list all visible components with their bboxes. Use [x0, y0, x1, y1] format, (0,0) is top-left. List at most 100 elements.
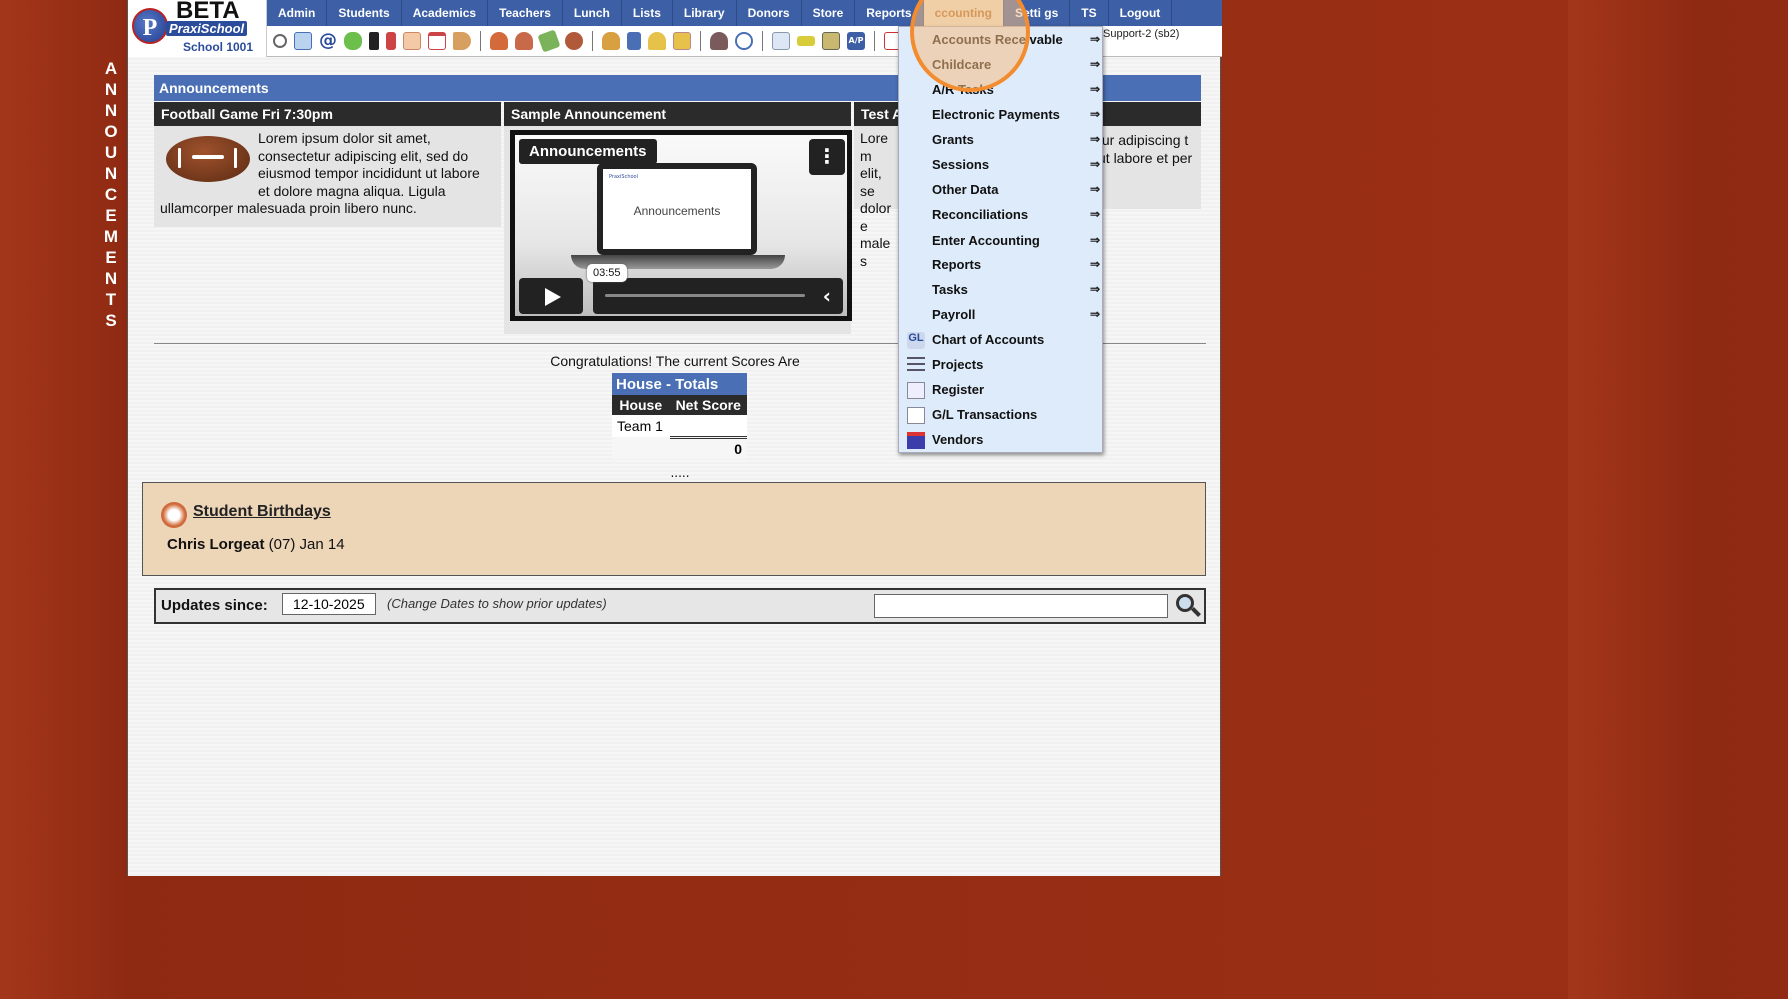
- updates-label: Updates since:: [161, 597, 268, 614]
- updates-date-input[interactable]: 12-10-2025: [282, 593, 376, 615]
- menu-donors[interactable]: Donors: [737, 0, 802, 26]
- menu-teachers[interactable]: Teachers: [488, 0, 563, 26]
- register-icon: [907, 382, 925, 399]
- birthdays-title[interactable]: Student Birthdays: [193, 503, 331, 521]
- side-letter: T: [105, 290, 117, 309]
- printer-icon[interactable]: [822, 32, 840, 50]
- menu-item-chart-of-accounts[interactable]: GL Chart of Accounts: [899, 328, 1104, 353]
- phone-icon[interactable]: [369, 32, 379, 50]
- chevron-left-icon[interactable]: ‹: [823, 284, 831, 308]
- video-player[interactable]: PraxiSchool Announcements Announcements …: [510, 130, 852, 321]
- submenu-arrow-icon: ⇒: [1089, 307, 1100, 321]
- menu-admin[interactable]: Admin: [267, 0, 328, 26]
- teacher-icon[interactable]: [515, 32, 533, 50]
- email-at-icon[interactable]: @: [319, 32, 337, 50]
- ap-icon[interactable]: A/P: [847, 32, 865, 50]
- birthday-entry: Chris Lorgeat (07) Jan 14: [167, 536, 345, 553]
- menu-settings[interactable]: Setti gs: [1004, 0, 1071, 26]
- menu-item-reconciliations[interactable]: Reconciliations ⇒: [899, 203, 1104, 228]
- search-icon[interactable]: [1174, 593, 1202, 621]
- menu-item-sessions[interactable]: Sessions ⇒: [899, 153, 1104, 178]
- total-value: 0: [669, 435, 747, 459]
- spreadsheet-icon[interactable]: [772, 32, 790, 50]
- staff-icon[interactable]: [710, 32, 728, 50]
- menu-item-vendors[interactable]: Vendors: [899, 428, 1104, 453]
- menu-item-electronic-payments[interactable]: Electronic Payments ⇒: [899, 103, 1104, 128]
- store-icon: [907, 432, 925, 449]
- menu-item-accounts-receivable[interactable]: Accounts Rece vable ⇒: [899, 28, 1104, 53]
- menu-students[interactable]: Students: [327, 0, 402, 26]
- user-tag[interactable]: Support-2 (sb2): [1103, 28, 1179, 40]
- calendar-grid-icon[interactable]: [294, 32, 312, 50]
- toolbar-separator: [700, 31, 701, 51]
- menu-library[interactable]: Library: [673, 0, 737, 26]
- menu-item-register[interactable]: Register: [899, 378, 1104, 403]
- menu-ts[interactable]: TS: [1070, 0, 1109, 26]
- search-input[interactable]: [874, 594, 1168, 618]
- side-letter: M: [103, 227, 119, 246]
- toolbar-separator: [480, 31, 481, 51]
- menu-item-grants[interactable]: Grants ⇒: [899, 128, 1104, 153]
- praxischool-logo[interactable]: P BETA PraxiSchool School 1001: [128, 0, 267, 57]
- calendar-icon[interactable]: [428, 32, 446, 50]
- table-row: Team 1: [612, 415, 747, 437]
- menu-item-tasks[interactable]: Tasks ⇒: [899, 278, 1104, 303]
- toolbar-separator: [762, 31, 763, 51]
- announcement-body: Lorem elit, se dolore males: [860, 130, 892, 269]
- brand-name: PraxiSchool: [166, 21, 248, 36]
- side-letter: A: [104, 59, 118, 78]
- bookmark-icon[interactable]: [386, 32, 396, 50]
- menu-reports[interactable]: Reports: [855, 0, 924, 26]
- seek-track[interactable]: [605, 294, 805, 297]
- chat-icon[interactable]: [344, 32, 362, 50]
- clock-icon[interactable]: [735, 32, 753, 50]
- menu-academics[interactable]: Academics: [402, 0, 489, 26]
- column-header-house: House: [612, 395, 670, 415]
- menu-logout[interactable]: Logout: [1109, 0, 1173, 26]
- menu-item-childcare[interactable]: Childcare ⇒: [899, 53, 1104, 78]
- cake-icon: [161, 502, 187, 528]
- bell-icon[interactable]: [648, 32, 666, 50]
- menu-item-payroll[interactable]: Payroll ⇒: [899, 303, 1104, 328]
- menu-store[interactable]: Store: [802, 0, 856, 26]
- lunch-icon[interactable]: [602, 32, 620, 50]
- book-icon[interactable]: [627, 32, 641, 50]
- side-letter: N: [104, 164, 118, 183]
- menu-item-enter-accounting[interactable]: Enter Accounting ⇒: [899, 229, 1104, 254]
- laptop-image: PraxiSchool Announcements: [597, 163, 757, 255]
- menu-lunch[interactable]: Lunch: [563, 0, 622, 26]
- submenu-arrow-icon: ⇒: [1089, 132, 1100, 146]
- submenu-arrow-icon: ⇒: [1089, 257, 1100, 271]
- newsletter-icon[interactable]: [403, 32, 421, 50]
- birthday-detail: (07) Jan 14: [264, 536, 345, 553]
- submenu-arrow-icon: ⇒: [1089, 282, 1100, 296]
- side-letter: S: [105, 311, 117, 330]
- people-icon[interactable]: [565, 32, 583, 50]
- student-icon[interactable]: [490, 32, 508, 50]
- menu-lists[interactable]: Lists: [622, 0, 673, 26]
- megaphone-icon[interactable]: [453, 32, 471, 50]
- video-progress-bar[interactable]: ‹: [593, 278, 843, 314]
- play-button[interactable]: [519, 278, 583, 314]
- menu-item-other-data[interactable]: Other Data ⇒: [899, 178, 1104, 203]
- list-icon: [907, 357, 925, 374]
- money-icon[interactable]: [537, 29, 561, 53]
- submenu-arrow-icon: ⇒: [1089, 157, 1100, 171]
- gl-icon: GL: [907, 332, 925, 349]
- search-icon[interactable]: [273, 34, 287, 48]
- screen-text: Announcements: [633, 204, 721, 218]
- menu-item-projects[interactable]: Projects: [899, 353, 1104, 378]
- menu-accounting[interactable]: ccounting: [923, 0, 1004, 26]
- more-options-icon[interactable]: ⋮: [809, 139, 845, 175]
- video-screen: PraxiSchool Announcements Announcements …: [515, 135, 847, 316]
- menu-item-ar-tasks[interactable]: A/R Tasks ⇒: [899, 78, 1104, 103]
- menu-item-gl-transactions[interactable]: G/L Transactions: [899, 403, 1104, 428]
- house-totals-table: House - Totals House Net Score Team 1 0: [612, 373, 747, 459]
- export-icon[interactable]: [673, 32, 691, 50]
- menu-item-reports[interactable]: Reports ⇒: [899, 253, 1104, 278]
- submenu-arrow-icon: ⇒: [1089, 207, 1100, 221]
- announcement-title[interactable]: Football Game Fri 7:30pm: [154, 102, 501, 126]
- announcement-title[interactable]: Sample Announcement: [504, 102, 851, 126]
- card-icon[interactable]: [797, 36, 815, 46]
- more-dots[interactable]: .....: [128, 466, 1232, 480]
